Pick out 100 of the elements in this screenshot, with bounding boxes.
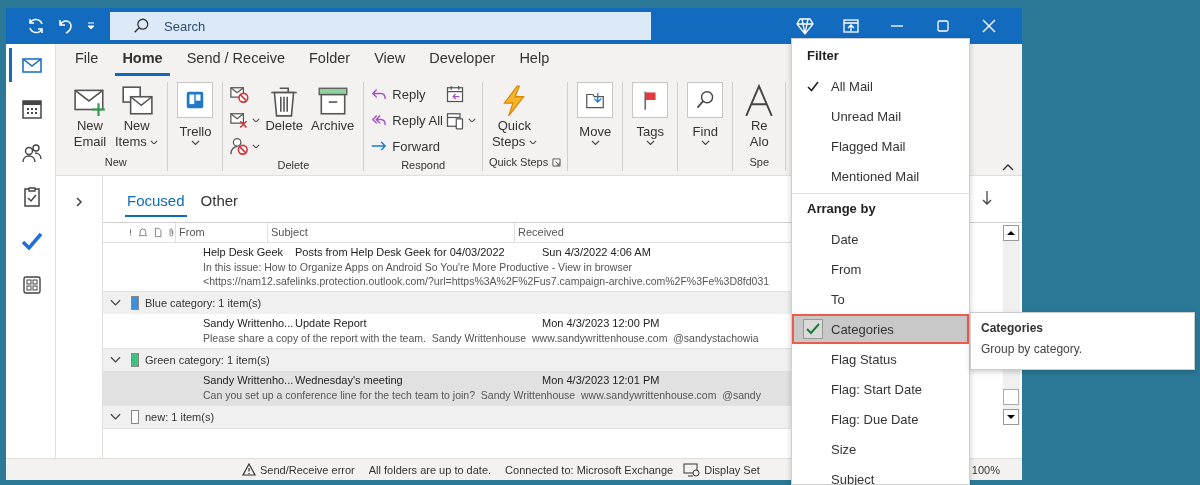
people-icon — [21, 142, 43, 164]
group-label: new: 1 item(s) — [145, 411, 215, 423]
menu-heading: Arrange by — [806, 200, 877, 218]
sync-icon[interactable] — [26, 16, 46, 36]
group-label: Delete — [277, 158, 310, 171]
ribbon-button[interactable]: Trello — [174, 82, 217, 148]
caret-icon — [467, 117, 476, 123]
ribbon-tab[interactable]: File — [68, 50, 106, 76]
customize-caret-icon[interactable] — [86, 22, 96, 30]
caret-icon — [528, 139, 537, 145]
preview-text: <https://nam12.safelinks.protection.outlook.com/?url=https%3A%2F%2Fus7.campaign-archive.com%2F%3Fe%3D8fd031 — [203, 274, 771, 288]
subject-text: Update Report — [295, 317, 368, 331]
group-header[interactable]: Green category: 1 item(s) — [103, 348, 791, 371]
ribbon-button[interactable]: Delete — [262, 82, 306, 136]
status-text[interactable]: 100% — [971, 463, 1000, 476]
ribbon-tab[interactable]: Send / Receive — [179, 50, 292, 76]
caret-icon — [700, 140, 710, 146]
ribbon-button[interactable]: Move — [574, 82, 617, 148]
menu-item[interactable]: Flag: Due Date — [792, 404, 969, 434]
menu-item[interactable]: From — [792, 254, 969, 284]
ribbon-tab[interactable]: Folder — [302, 50, 358, 76]
sender-text: Help Desk Geek — [203, 246, 285, 260]
received-text: Sun 4/3/2022 4:06 AM — [542, 246, 651, 260]
importance-icon[interactable] — [129, 227, 133, 238]
tooltip-text: Group by category. — [981, 342, 1084, 356]
message-row[interactable]: Sandy Writtenho...Update Report Mon 4/3/2023 12:00 PM Please share a copy of the report with the team. Sandy Writtenhouse www.sandywrittenhouse.com @sandystachowia — [103, 314, 791, 348]
menu-item[interactable]: Flag: Start Date — [792, 374, 969, 404]
menu-item[interactable]: Date — [792, 224, 969, 254]
calendar-reply-icon — [444, 84, 465, 104]
person-block-icon — [229, 136, 250, 156]
menu-item[interactable]: To — [792, 284, 969, 314]
preview-text: In this issue: How to Organize Apps on Android So You're More Productive - View in browser — [203, 260, 634, 274]
menu-item[interactable]: Size — [792, 434, 969, 464]
menu-item[interactable]: All Mail — [792, 71, 969, 101]
document-icon[interactable] — [153, 226, 163, 239]
ribbon-button[interactable]: Quick Steps — [488, 82, 540, 152]
group-label: Spe — [749, 156, 770, 168]
search-field[interactable]: Search — [110, 12, 651, 40]
group-header[interactable]: Blue category: 1 item(s) — [103, 291, 791, 314]
subject-text: Wednesday's meeting — [295, 374, 404, 388]
ribbon-button[interactable]: Re Alo — [739, 82, 780, 152]
calendar-icon — [21, 98, 43, 120]
scroll-down-icon[interactable] — [1003, 409, 1019, 425]
chevron-icon[interactable] — [110, 413, 121, 421]
menu-item[interactable]: Flagged Mail — [792, 131, 969, 161]
scroll-thumb[interactable] — [1003, 389, 1019, 405]
subject-text: Posts from Help Desk Geek for 04/03/2022 — [295, 246, 506, 260]
chevron-icon[interactable] — [110, 356, 121, 364]
bell-icon[interactable] — [138, 226, 148, 239]
ribbon-button[interactable]: Tags — [629, 82, 672, 148]
caret-icon — [190, 140, 200, 146]
ribbon-tab[interactable]: Help — [512, 50, 557, 76]
group-label: Respond — [401, 158, 446, 171]
ribbon-tab[interactable]: View — [367, 50, 413, 76]
ribbon-tab[interactable]: Developer — [422, 50, 503, 76]
envelope-block-icon — [229, 84, 250, 104]
group-label: Quick Steps — [488, 156, 549, 168]
ribbon-button[interactable]: Archive — [308, 82, 358, 136]
envelopes-icon — [119, 84, 154, 118]
tooltip-title: Categories — [981, 321, 1045, 335]
menu-item[interactable]: Categories — [792, 314, 969, 344]
menu-item[interactable]: Mentioned Mail — [792, 161, 969, 191]
sort-arrow-icon[interactable] — [982, 190, 992, 206]
caret-icon — [252, 117, 261, 123]
ribbon-button[interactable]: New Items — [112, 82, 162, 152]
group-label: New — [104, 156, 127, 168]
ribbon-button[interactable]: Find — [684, 82, 727, 148]
status-text[interactable]: Display Set — [704, 463, 760, 476]
inbox-tab[interactable]: Focused — [125, 181, 187, 217]
preview-text: Can you set up a conference line for the tech team to join? Sandy Writtenhouse www.sandywrittenhouse.com @sandy — [203, 388, 762, 402]
ribbon-button[interactable]: Forward — [370, 134, 443, 158]
menu-item[interactable]: Flag Status — [792, 344, 969, 374]
panel-icon[interactable] — [841, 16, 861, 36]
monitor-gear-icon[interactable] — [683, 462, 701, 477]
search-icon — [132, 17, 150, 35]
diamond-icon[interactable] — [795, 16, 815, 36]
caret-icon — [590, 140, 600, 146]
preview-text: Please share a copy of the report with the team. Sandy Writtenhouse www.sandywrittenhouse.com @sandystachowia — [203, 331, 760, 345]
ribbon-button[interactable]: Reply — [370, 82, 443, 106]
warning-icon — [242, 463, 256, 476]
devices-icon — [444, 110, 465, 130]
expand-icon[interactable] — [75, 196, 83, 208]
received-text: Mon 4/3/2023 12:00 PM — [542, 317, 660, 331]
scroll-up-icon[interactable] — [1003, 225, 1019, 241]
column-header[interactable]: From — [175, 223, 267, 242]
inbox-tab[interactable]: Other — [198, 181, 241, 217]
message-row[interactable]: Sandy Writtenho...Wednesday's meeting Mon 4/3/2023 12:01 PM Can you set up a conference line for the tech team to join? Sandy Writtenhouse www.sandywrittenhouse.com @sandy — [103, 371, 791, 405]
caret-icon — [150, 139, 159, 145]
dialog-launcher-icon[interactable] — [552, 157, 562, 167]
ribbon-button[interactable]: New Email — [70, 82, 110, 152]
menu-item[interactable]: Unread Mail — [792, 101, 969, 131]
group-header[interactable]: new: 1 item(s) — [103, 405, 791, 428]
paperclip-icon[interactable] — [168, 226, 175, 239]
column-header[interactable]: Subject — [267, 223, 514, 242]
chevron-icon[interactable] — [110, 299, 121, 307]
collapse-ribbon-icon[interactable] — [1002, 163, 1014, 171]
menu-heading: Filter — [806, 47, 840, 65]
ribbon-button[interactable]: Reply All — [370, 108, 443, 132]
checkbox-icon — [802, 319, 823, 339]
group-label: Blue category: 1 item(s) — [145, 297, 262, 309]
